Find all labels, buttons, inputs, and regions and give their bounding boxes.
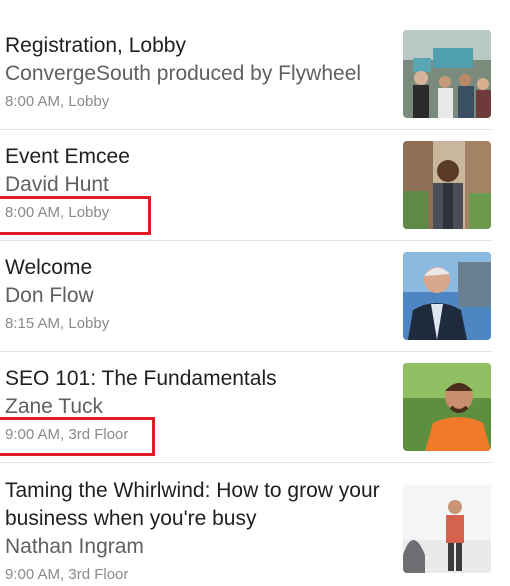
session-text: SEO 101: The Fundamentals Zane Tuck 9:00…: [5, 365, 390, 446]
session-speaker: David Hunt: [5, 173, 109, 196]
divider: [0, 351, 492, 352]
session-title: Welcome: [5, 256, 93, 279]
session-item-seo-101[interactable]: SEO 101: The Fundamentals Zane Tuck 9:00…: [0, 363, 510, 463]
session-text: Welcome Don Flow 8:15 AM, Lobby: [5, 254, 390, 335]
divider: [0, 462, 492, 463]
session-title: Registration, Lobby: [5, 34, 186, 57]
session-thumbnail[interactable]: [403, 363, 491, 451]
session-speaker: Zane Tuck: [5, 395, 104, 418]
session-thumbnail[interactable]: [403, 252, 491, 340]
session-thumbnail[interactable]: [403, 30, 491, 118]
session-speaker: Nathan Ingram: [5, 535, 144, 558]
session-time-location: 9:00 AM, 3rd Floor: [5, 426, 129, 443]
session-item-welcome[interactable]: Welcome Don Flow 8:15 AM, Lobby: [0, 252, 510, 352]
emcee-portrait-photo: [403, 141, 491, 229]
session-text: Taming the Whirlwind: How to grow your b…: [5, 477, 390, 586]
welcome-speaker-photo: [403, 252, 491, 340]
session-speaker: ConvergeSouth produced by Flywheel: [5, 62, 362, 85]
session-item-emcee[interactable]: Event Emcee David Hunt 8:00 AM, Lobby: [0, 141, 510, 241]
session-text: Registration, Lobby ConvergeSouth produc…: [5, 32, 390, 113]
session-thumbnail[interactable]: [403, 485, 491, 573]
session-item-taming-the-whirlwind[interactable]: Taming the Whirlwind: How to grow your b…: [0, 477, 510, 586]
session-speaker: Don Flow: [5, 284, 94, 307]
session-time-location: 8:00 AM, Lobby: [5, 93, 110, 110]
presenter-stage-photo: [403, 485, 491, 573]
session-time-location: 8:00 AM, Lobby: [5, 204, 110, 221]
session-time-location: 8:15 AM, Lobby: [5, 315, 110, 332]
registration-crowd-photo: [403, 30, 491, 118]
divider: [0, 240, 492, 241]
seo-speaker-photo: [403, 363, 491, 451]
session-title: SEO 101: The Fundamentals: [5, 367, 277, 390]
session-item-registration[interactable]: Registration, Lobby ConvergeSouth produc…: [0, 30, 510, 130]
session-text: Event Emcee David Hunt 8:00 AM, Lobby: [5, 143, 390, 224]
session-time-location: 9:00 AM, 3rd Floor: [5, 566, 129, 583]
divider: [0, 129, 492, 130]
session-thumbnail[interactable]: [403, 141, 491, 229]
session-title: Event Emcee: [5, 145, 130, 168]
session-title: Taming the Whirlwind: How to grow your b…: [5, 479, 380, 530]
